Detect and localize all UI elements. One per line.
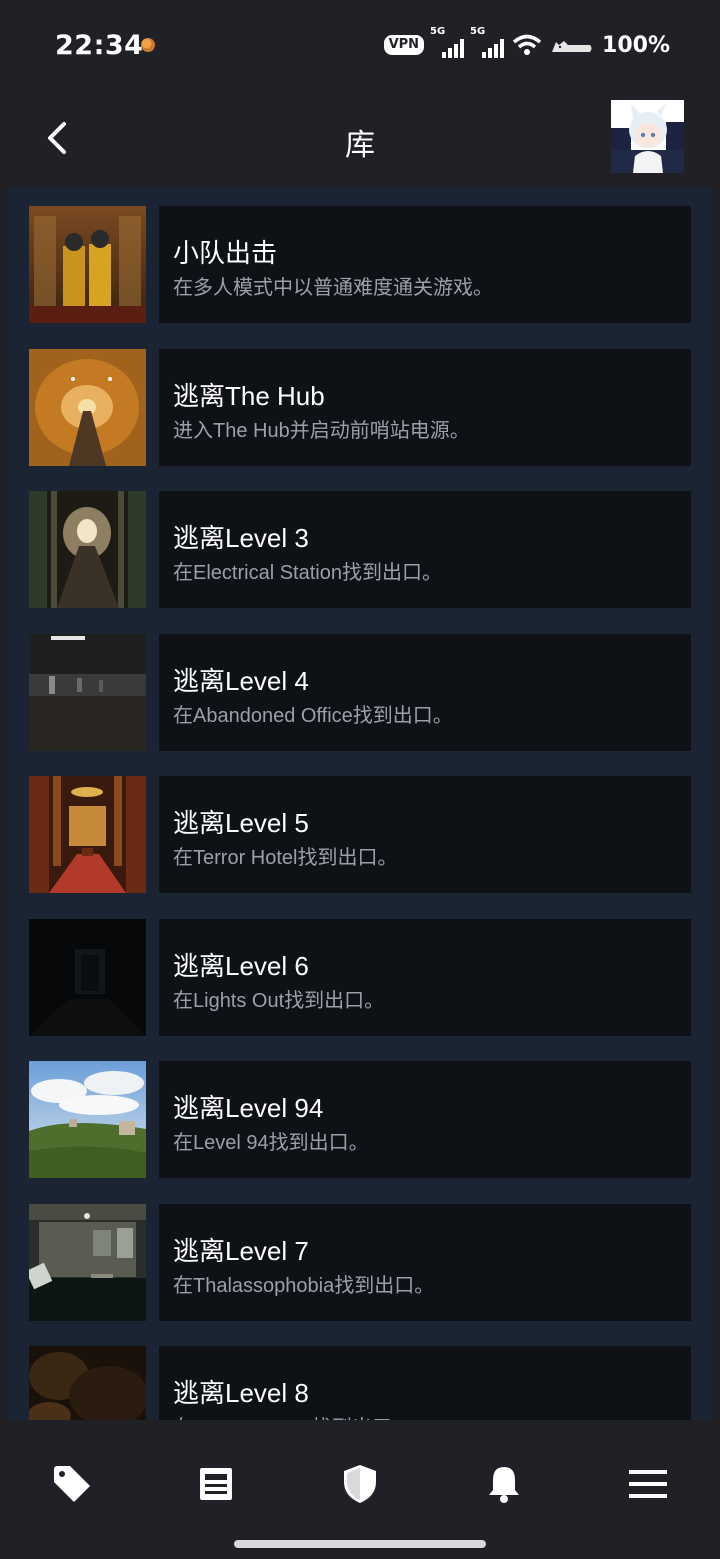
news-icon[interactable] xyxy=(199,1467,233,1501)
list-item[interactable]: 逃离The Hub 进入The Hub并启动前哨站电源。 xyxy=(8,349,712,467)
list-item[interactable]: 逃离Level 8 在Cave System找到出口。 xyxy=(8,1346,712,1420)
achievement-title: 逃离The Hub xyxy=(173,381,325,411)
achievement-image xyxy=(29,1204,146,1321)
nav-menu[interactable] xyxy=(618,1454,678,1514)
achievement-description: 在Cave System找到出口。 xyxy=(173,1411,412,1420)
nav-notifications[interactable] xyxy=(474,1454,534,1514)
list-item[interactable]: 逃离Level 6 在Lights Out找到出口。 xyxy=(8,919,712,1037)
signal-icon: 5G xyxy=(470,26,505,58)
achievement-title: 逃离Level 5 xyxy=(173,808,309,838)
achievement-description: 在Abandoned Office找到出口。 xyxy=(173,705,453,727)
achievement-title: 逃离Level 3 xyxy=(173,523,309,553)
achievement-card[interactable]: 小队出击 在多人模式中以普通难度通关游戏。 xyxy=(159,206,691,323)
achievement-description: 在Thalassophobia找到出口。 xyxy=(173,1275,435,1297)
achievement-title: 逃离Level 94 xyxy=(173,1093,324,1123)
achievement-description: 在Terror Hotel找到出口。 xyxy=(173,847,398,869)
achievement-image xyxy=(29,919,146,1036)
notification-dot-icon xyxy=(141,38,155,52)
achievement-card[interactable]: 逃离Level 4 在Abandoned Office找到出口。 xyxy=(159,634,691,751)
achievement-description: 在Lights Out找到出口。 xyxy=(173,990,385,1012)
cat-battery-icon xyxy=(552,41,592,52)
list-item[interactable]: 逃离Level 4 在Abandoned Office找到出口。 xyxy=(8,634,712,752)
nav-store[interactable] xyxy=(42,1454,102,1514)
list-item[interactable]: 小队出击 在多人模式中以普通难度通关游戏。 xyxy=(8,206,712,324)
status-bar: 22:34 VPN 5G 5G 100% xyxy=(0,0,720,90)
tag-icon[interactable] xyxy=(52,1464,92,1504)
achievement-card[interactable]: 逃离Level 3 在Electrical Station找到出口。 xyxy=(159,491,691,608)
achievement-image xyxy=(29,1061,146,1178)
achievement-description: 进入The Hub并启动前哨站电源。 xyxy=(173,420,470,442)
achievement-image xyxy=(29,491,146,608)
battery-level: 100% xyxy=(602,32,670,58)
achievement-image xyxy=(29,776,146,893)
list-item[interactable]: 逃离Level 7 在Thalassophobia找到出口。 xyxy=(8,1204,712,1322)
nav-guard[interactable] xyxy=(330,1454,390,1514)
bell-icon[interactable] xyxy=(487,1464,521,1504)
achievement-title: 逃离Level 6 xyxy=(173,951,309,981)
achievement-card[interactable]: 逃离Level 94 在Level 94找到出口。 xyxy=(159,1061,691,1178)
achievement-title: 逃离Level 7 xyxy=(173,1236,309,1266)
home-indicator[interactable] xyxy=(234,1540,486,1548)
wifi-icon xyxy=(512,34,542,55)
achievement-card[interactable]: 逃离The Hub 进入The Hub并启动前哨站电源。 xyxy=(159,349,691,466)
clock: 22:34 xyxy=(55,30,144,61)
achievement-title: 逃离Level 8 xyxy=(173,1378,309,1408)
achievement-title: 逃离Level 4 xyxy=(173,666,309,696)
achievement-description: 在多人模式中以普通难度通关游戏。 xyxy=(173,277,493,299)
list-item[interactable]: 逃离Level 94 在Level 94找到出口。 xyxy=(8,1061,712,1179)
top-bar: 库 xyxy=(0,90,720,188)
bottom-nav xyxy=(0,1420,720,1559)
achievement-list[interactable]: 小队出击 在多人模式中以普通难度通关游戏。 逃离The Hub 进入The Hu… xyxy=(8,188,712,1420)
vpn-badge: VPN xyxy=(383,35,425,55)
list-item[interactable]: 逃离Level 5 在Terror Hotel找到出口。 xyxy=(8,776,712,894)
achievement-card[interactable]: 逃离Level 8 在Cave System找到出口。 xyxy=(159,1346,691,1420)
achievement-image xyxy=(29,1346,146,1420)
achievement-image xyxy=(29,206,146,323)
achievement-description: 在Electrical Station找到出口。 xyxy=(173,562,442,584)
achievement-card[interactable]: 逃离Level 5 在Terror Hotel找到出口。 xyxy=(159,776,691,893)
achievement-title: 小队出击 xyxy=(173,238,278,268)
signal-icon: 5G xyxy=(430,26,465,58)
menu-icon[interactable] xyxy=(629,1469,667,1499)
achievement-card[interactable]: 逃离Level 6 在Lights Out找到出口。 xyxy=(159,919,691,1036)
achievement-card[interactable]: 逃离Level 7 在Thalassophobia找到出口。 xyxy=(159,1204,691,1321)
shield-icon[interactable] xyxy=(343,1464,377,1504)
nav-news[interactable] xyxy=(186,1454,246,1514)
achievement-description: 在Level 94找到出口。 xyxy=(173,1132,369,1154)
list-item[interactable]: 逃离Level 3 在Electrical Station找到出口。 xyxy=(8,491,712,609)
status-icons: VPN 5G 5G 100% xyxy=(383,26,670,60)
avatar[interactable] xyxy=(611,100,684,173)
achievement-image xyxy=(29,349,146,466)
achievement-image xyxy=(29,634,146,751)
